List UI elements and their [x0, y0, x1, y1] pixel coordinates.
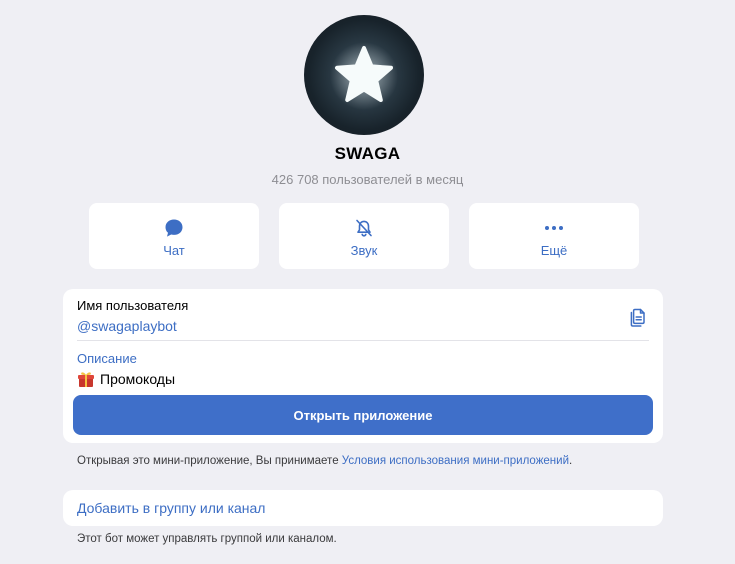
gift-icon: [77, 370, 95, 388]
description-label: Описание: [77, 351, 137, 366]
copy-icon[interactable]: [629, 306, 649, 333]
more-button[interactable]: Ещё: [469, 203, 639, 269]
add-group-card: Добавить в группу или канал: [63, 490, 663, 526]
chat-icon: [164, 217, 184, 239]
terms-link[interactable]: Условия использования мини-приложений: [342, 455, 569, 467]
add-to-group-button[interactable]: Добавить в группу или канал: [77, 500, 265, 516]
info-card: Имя пользователя @swagaplaybot Описание …: [63, 289, 663, 443]
monthly-users: 426 708 пользователей в месяц: [271, 172, 464, 187]
open-app-button[interactable]: Открыть приложение: [73, 395, 653, 435]
sound-button-label: Звук: [350, 243, 378, 258]
group-footnote: Этот бот может управлять группой или кан…: [77, 533, 337, 545]
username-value[interactable]: @swagaplaybot: [77, 318, 177, 334]
description-value: Промокоды: [77, 370, 175, 388]
avatar: [304, 15, 424, 135]
username-label: Имя пользователя: [77, 298, 189, 313]
bell-muted-icon: [354, 217, 374, 239]
sound-button[interactable]: Звук: [279, 203, 449, 269]
profile-name: SWAGA: [334, 144, 401, 163]
star-icon: [330, 42, 398, 110]
terms-text: Открывая это мини-приложение, Вы принима…: [77, 455, 572, 467]
more-icon: [543, 217, 565, 239]
more-button-label: Ещё: [540, 243, 568, 258]
description-text: Промокоды: [100, 371, 176, 387]
chat-button[interactable]: Чат: [89, 203, 259, 269]
chat-button-label: Чат: [163, 243, 185, 258]
terms-suffix: .: [569, 455, 573, 467]
divider: [77, 340, 649, 341]
terms-prefix: Открывая это мини-приложение, Вы принима…: [77, 455, 342, 467]
